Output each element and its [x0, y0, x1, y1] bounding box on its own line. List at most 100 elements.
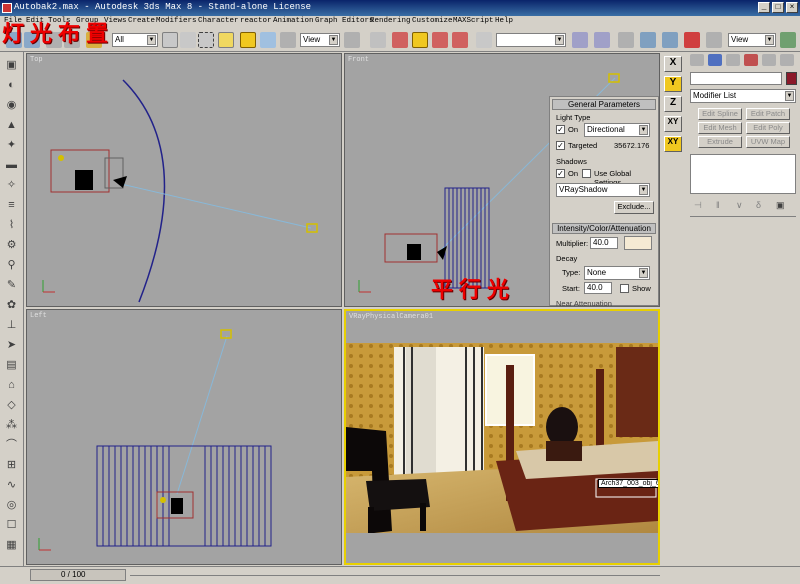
select-object-icon[interactable] — [162, 32, 178, 48]
intensity-header[interactable]: Intensity/Color/Attenuation — [552, 223, 656, 234]
modifier-list-dropdown[interactable]: Modifier List ▼ — [690, 89, 796, 103]
angle-snap-icon[interactable] — [412, 32, 428, 48]
motion-tab-icon[interactable] — [744, 54, 758, 66]
shadow-type-dropdown[interactable]: VRayShadow ▼ — [556, 183, 650, 197]
window-crossing-icon[interactable] — [218, 32, 234, 48]
maximize-button[interactable]: □ — [772, 2, 784, 13]
hierarchy-icon[interactable]: ⊥ — [4, 318, 19, 332]
schematic-view-icon[interactable] — [662, 32, 678, 48]
minimize-button[interactable]: _ — [758, 2, 770, 13]
menu-help[interactable]: Help — [495, 17, 513, 25]
modifier-stack[interactable] — [690, 154, 796, 194]
dynamics-icon[interactable]: ◎ — [4, 498, 19, 512]
material-editor-icon[interactable] — [684, 32, 700, 48]
select-by-name-icon[interactable] — [180, 32, 196, 48]
render-scene-icon[interactable] — [706, 32, 722, 48]
axis-xy-active-button[interactable]: XY — [664, 136, 682, 152]
star-icon[interactable]: ✦ — [4, 138, 19, 152]
wrench-icon[interactable]: ✎ — [4, 278, 19, 292]
menu-character[interactable]: Character — [198, 17, 239, 25]
viewport-top[interactable]: Top — [26, 53, 342, 307]
menu-create[interactable]: Create — [128, 17, 155, 25]
menu-animation[interactable]: Animation — [273, 17, 314, 25]
percent-snap-icon[interactable] — [432, 32, 448, 48]
camera-icon[interactable]: ▬ — [4, 158, 19, 172]
cylinder-icon[interactable]: ◉ — [4, 98, 19, 112]
layers-icon[interactable]: ▦ — [4, 538, 19, 552]
object-name-field[interactable] — [690, 72, 782, 85]
patch-icon[interactable]: ⊞ — [4, 458, 19, 472]
multiplier-field[interactable]: 40.0 — [590, 237, 618, 249]
utilities-icon[interactable]: ⌂ — [4, 378, 19, 392]
light-icon[interactable]: ✧ — [4, 178, 19, 192]
curve-editor-icon[interactable] — [640, 32, 656, 48]
remove-modifier-icon[interactable]: δ — [756, 200, 761, 210]
shape-icon[interactable]: ◇ — [4, 398, 19, 412]
close-button[interactable]: × — [786, 2, 798, 13]
particles-icon[interactable]: ⁂ — [4, 418, 19, 432]
gear-icon[interactable]: ✿ — [4, 298, 19, 312]
edit-mesh-button[interactable]: Edit Mesh — [698, 122, 742, 134]
mirror-icon[interactable] — [572, 32, 588, 48]
spacewarp-icon[interactable]: ⌇ — [4, 218, 19, 232]
modify-tab-icon[interactable] — [708, 54, 722, 66]
layer-manager-icon[interactable] — [618, 32, 634, 48]
sphere-icon[interactable]: ◐ — [4, 78, 19, 92]
edit-poly-button[interactable]: Edit Poly — [746, 122, 790, 134]
named-selection-dropdown[interactable]: ▼ — [496, 33, 566, 47]
time-slider[interactable]: 0 / 100 — [30, 569, 126, 581]
light-type-dropdown[interactable]: Directional ▼ — [584, 123, 650, 137]
axis-xy-button[interactable]: XY — [664, 116, 682, 132]
decay-start-field[interactable]: 40.0 — [584, 282, 612, 294]
render-icon[interactable]: ☐ — [4, 518, 19, 532]
edit-patch-button[interactable]: Edit Patch — [746, 108, 790, 120]
show-end-result-icon[interactable]: ‖ — [716, 200, 720, 210]
targeted-checkbox[interactable]: ✓ — [556, 141, 565, 150]
edit-spline-button[interactable]: Edit Spline — [698, 108, 742, 120]
menu-customize[interactable]: Customize — [412, 17, 453, 25]
decay-type-dropdown[interactable]: None ▼ — [584, 266, 650, 280]
extrude-button[interactable]: Extrude — [698, 136, 742, 148]
menu-rendering[interactable]: Rendering — [370, 17, 411, 25]
viewport-front[interactable]: Front 平行光 General Parameters Light Type … — [344, 53, 660, 307]
uvw-map-button[interactable]: UVW Map — [746, 136, 790, 148]
pivot-center-icon[interactable] — [344, 32, 360, 48]
menu-modifiers[interactable]: Modifiers — [156, 17, 197, 25]
viewport-left[interactable]: Left — [26, 309, 342, 565]
spinner-snap-icon[interactable] — [452, 32, 468, 48]
axis-y-button[interactable]: Y — [664, 76, 682, 92]
menu-reactor[interactable]: reactor — [240, 17, 272, 25]
menu-maxscript[interactable]: MAXScript — [453, 17, 494, 25]
utilities-tab-icon[interactable] — [780, 54, 794, 66]
select-manipulate-icon[interactable] — [370, 32, 386, 48]
create-icon[interactable]: ▣ — [4, 58, 19, 72]
rect-selection-icon[interactable] — [198, 32, 214, 48]
align-icon[interactable] — [594, 32, 610, 48]
hierarchy-tab-icon[interactable] — [726, 54, 740, 66]
exclude-button[interactable]: Exclude... — [614, 201, 654, 214]
create-tab-icon[interactable] — [690, 54, 704, 66]
display-icon[interactable]: ▤ — [4, 358, 19, 372]
light-color-swatch[interactable] — [624, 236, 652, 250]
select-move-icon[interactable] — [240, 32, 256, 48]
configure-sets-icon[interactable]: ▣ — [776, 200, 785, 211]
object-color-swatch[interactable] — [786, 72, 797, 85]
axis-x-button[interactable]: X — [664, 56, 682, 72]
viewport-camera[interactable]: VRayPhysicalCamera01 Arch37_003_obj_6 — [344, 309, 660, 565]
decay-show-checkbox[interactable] — [620, 284, 629, 293]
motion-icon[interactable]: ➤ — [4, 338, 19, 352]
general-params-header[interactable]: General Parameters — [552, 99, 656, 110]
ref-coord-dropdown[interactable]: View ▼ — [300, 33, 340, 47]
bone-icon[interactable]: ⚲ — [4, 258, 19, 272]
systems-icon[interactable]: ⚙ — [4, 238, 19, 252]
timeline-track[interactable] — [130, 575, 660, 576]
display-tab-icon[interactable] — [762, 54, 776, 66]
make-unique-icon[interactable]: ∨ — [736, 200, 743, 211]
menu-graph-editors[interactable]: Graph Editors — [315, 17, 374, 25]
light-on-checkbox[interactable]: ✓ — [556, 125, 565, 134]
nurbs-icon[interactable]: ∿ — [4, 478, 19, 492]
helper-icon[interactable]: ≡ — [4, 198, 19, 212]
app-icon[interactable] — [2, 3, 12, 13]
select-scale-icon[interactable] — [280, 32, 296, 48]
selection-filter-dropdown[interactable]: All ▼ — [112, 33, 158, 47]
